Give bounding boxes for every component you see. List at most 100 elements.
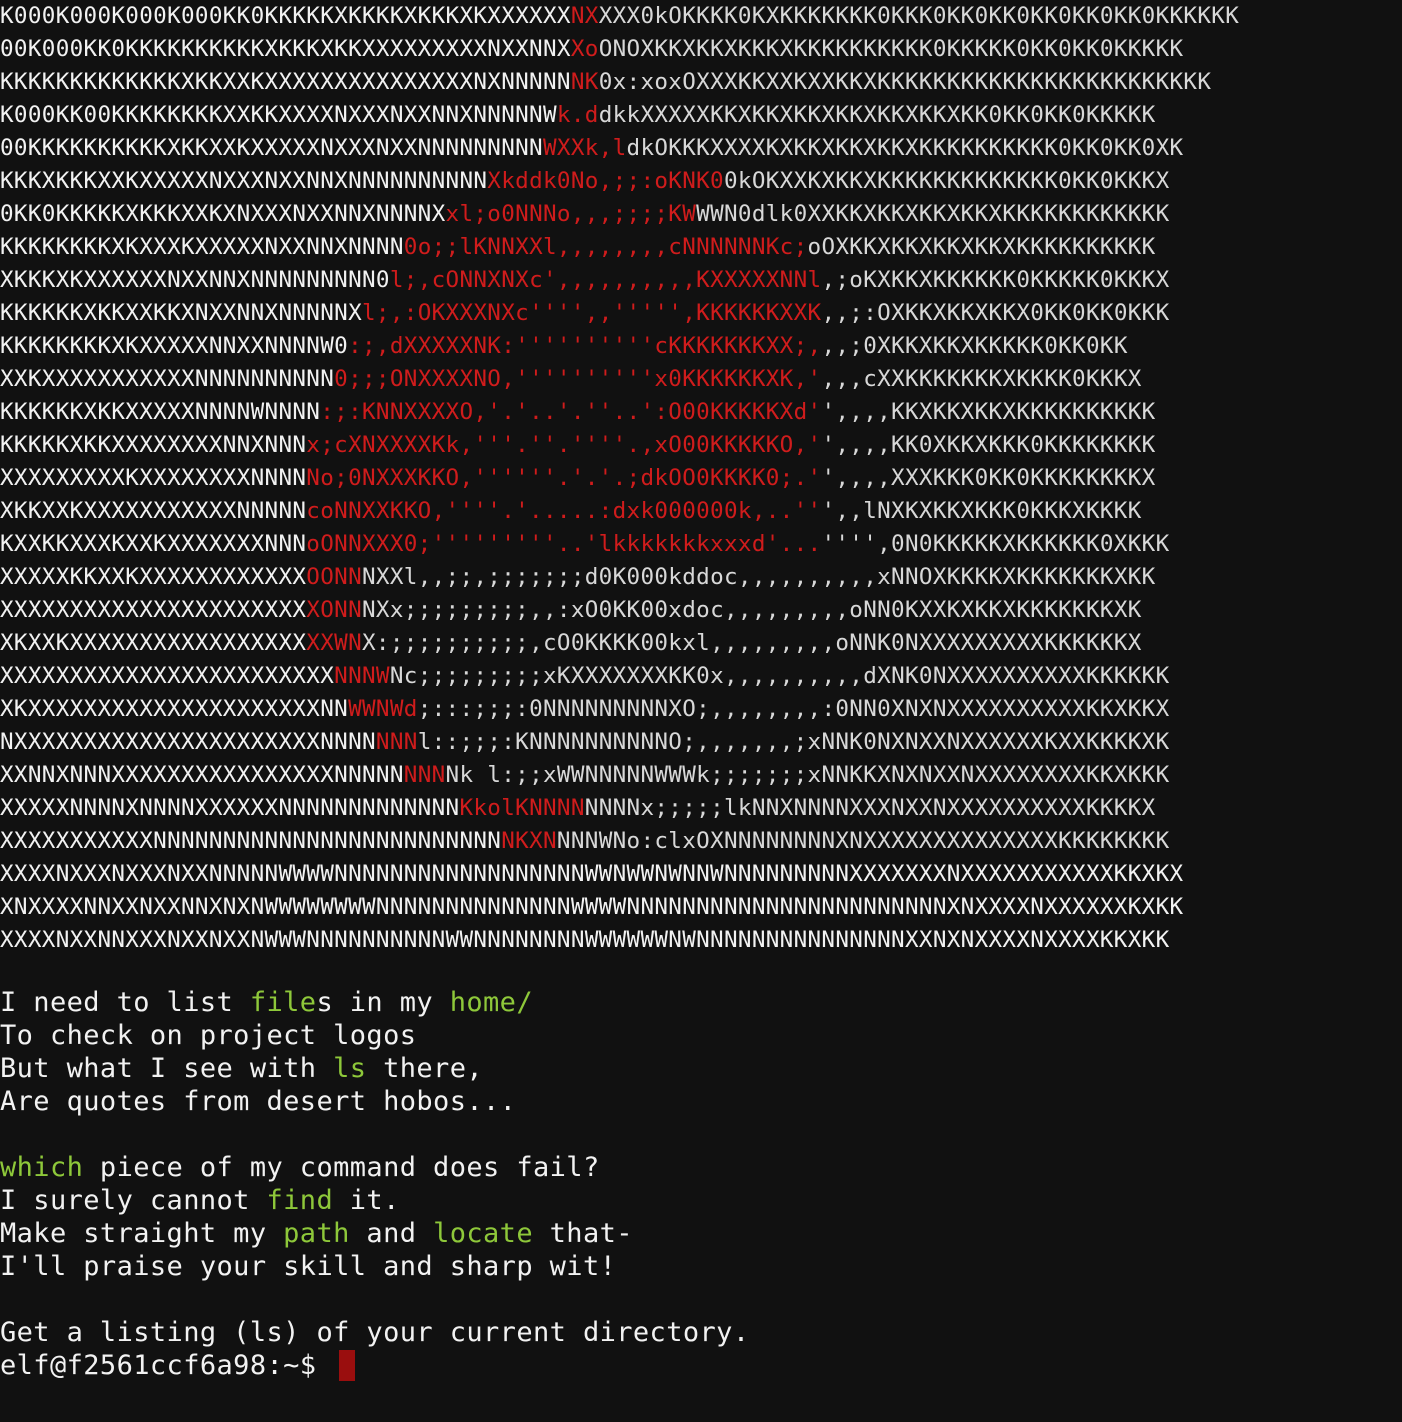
ascii-art-segment: WWN0dlk0XXKKXKKXKKXKKXKKKKKKKKKKKK xyxy=(696,201,1170,227)
ascii-art-segment: KKKKKKKKKKKKKXKKXXKXXXXXXXXXXXXXXXNXNNNN… xyxy=(0,69,571,95)
instruction-text: Get a listing (ls) of your current direc… xyxy=(0,1317,750,1348)
poem-line: which piece of my command does fail? xyxy=(0,1151,750,1184)
ascii-art-segment: 0KK0KKKKKXKKKXXKXNXXXNXXNNXNNNNX xyxy=(0,201,446,227)
ascii-art-segment: xl;o0NNNo,,,;;;;KW xyxy=(445,201,697,227)
ascii-art-line: XXXXXKKXXKXXXXXXXXXXXXOONNNXXl,,;;,;;;;;… xyxy=(0,561,1402,594)
poem-keyword-ls: ls xyxy=(333,1053,367,1084)
ascii-art-segment: oONNXXX0;'''''''''..'lkkkkkkkxxxd'... xyxy=(306,531,822,557)
poem-text: it. xyxy=(333,1185,400,1216)
poem-line: To check on project logos xyxy=(0,1020,417,1051)
terminal-window[interactable]: K000K000K000K000KK0KKKKKXKKKKXKKKXKXXXXX… xyxy=(0,0,1402,1422)
ascii-art-segment: XXXXXXXXXXXNNNNNNNNNNNNNNNNNNNNNNNNN xyxy=(0,828,502,854)
ascii-art-segment: XXXXXXXXXXXXXXXXXXXXXXXX xyxy=(0,663,335,689)
ascii-art-segment: KKKKKKKKXKXXXXXNNXXNNNNW0 xyxy=(0,333,349,359)
ascii-art-segment: KKKKKKXKKXXKKXNXXNNXNNNNNX xyxy=(0,300,362,326)
ascii-art-line: K000KK00KKKKKKKKXXKKXXXXNXXXNXXNNXNNNNNW… xyxy=(0,99,1402,132)
ascii-art-segment: XXX0kOKKKK0KXKKKKKKK0KKK0KK0KK0KK0KK0KK0… xyxy=(598,3,1240,29)
ascii-art-segment: KKKKKKXKKXXXXXNNNNWNNNN xyxy=(0,399,321,425)
ascii-art-segment: NXXXXXXXXXXXXXXXXXXXXXXNNNN xyxy=(0,729,376,755)
ascii-art-line: XXXXNXXXNXXXNXXNNNNNWWWWNNNNNNNNNNNNNNNN… xyxy=(0,858,1402,891)
ascii-art-logo: K000K000K000K000KK0KKKKKXKKKKXKKKXKXXXXX… xyxy=(0,0,1402,953)
ascii-art-segment: 0o;;lKNNXXl,,,,,,,,cNNNNNNKc; xyxy=(403,234,808,260)
ascii-art-segment: KKKKKKKKXKXXXKXXXXXNXXNNXNNNN xyxy=(0,234,404,260)
ascii-art-segment: NKXN xyxy=(501,828,557,854)
poem-text: and xyxy=(349,1218,434,1249)
ascii-art-segment: NNNNx;;;;;lkNNXNNNNXXXNXXNXXXXXXXXXXKKKK… xyxy=(584,795,1156,821)
ascii-art-segment: OONN xyxy=(306,564,362,590)
ascii-art-segment: XNXXXXNNXXNXXNNXNXNWWWWWWWWNNNNNNNNNNNNN… xyxy=(0,894,1184,920)
ascii-art-line: XXKXXXXXXXXXXXNNNNNNNNNN0;;;ONXXXXNO,'''… xyxy=(0,363,1402,396)
ascii-art-segment: K000K000K000K000KK0KKKKKXKKKKXKKKXKXXXXX… xyxy=(0,3,571,29)
ascii-art-segment: Nc;;;;;;;;;xKXXXXXXXKK0x,,,,,,,,,,dXNK0N… xyxy=(389,663,1170,689)
ascii-art-segment: KkolKNNNN xyxy=(459,795,585,821)
poem-text: I surely cannot xyxy=(0,1185,267,1216)
terminal-cursor[interactable] xyxy=(339,1350,356,1381)
ascii-art-segment: XXKXXXXXXXXXXXNNNNNNNNNN xyxy=(0,366,335,392)
ascii-art-segment: K000KK00KKKKKKKKXXKKXXXXNXXXNXXNNXNNNNNW xyxy=(0,102,557,128)
ascii-art-segment: ,;oKXKKXKKKKKK0KKKKK0KKKX xyxy=(821,267,1170,293)
poem-text: there, xyxy=(366,1053,484,1084)
ascii-art-segment: XXXXNXXXNXXXNXXNNNNNWWWWNNNNNNNNNNNNNNNN… xyxy=(0,861,1184,887)
poem-line: But what I see with ls there, xyxy=(0,1052,750,1085)
ascii-art-segment: XXXXXXXXXKXXXXXXXXNNNN xyxy=(0,465,307,491)
poem-keyword-home: home/ xyxy=(449,987,533,1018)
ascii-art-line: XXXXXNNNNXNNNNXXXXXXNNNNNNNNNNNNNKkolKNN… xyxy=(0,792,1402,825)
ascii-art-segment: XXWN xyxy=(306,630,362,656)
ascii-art-segment: XXXXNXXNNXXXNXXNXXNWWWNNNNNNNNNNWWNNNNNN… xyxy=(0,927,1170,953)
ascii-art-line: KKKKKKXKKXXKKXNXXNNXNNNNNXl;,:OKXXXNXc''… xyxy=(0,297,1402,330)
ascii-art-segment: XONN xyxy=(306,597,362,623)
ascii-art-segment: x;cXNXXXXKk,'''.''.''''.,xO00KKKKKO,' xyxy=(306,432,822,458)
ascii-art-segment: XKKXXKXXXXXXXXXXXNNNNN xyxy=(0,498,307,524)
poem-line: Are quotes from desert hobos... xyxy=(0,1086,517,1117)
ascii-art-segment: XKXXXXXXXXXXXXXXXXXXXXXNN xyxy=(0,696,349,722)
ascii-art-line: KKKKKKXKKXXXXXNNNNWNNNN:;:KNNXXXXO,'.'..… xyxy=(0,396,1402,429)
terminal-output: I need to list files in my home/ To chec… xyxy=(0,986,750,1382)
ascii-art-segment: NK xyxy=(570,69,599,95)
poem-line: I'll praise your skill and sharp wit! xyxy=(0,1251,617,1282)
ascii-art-segment: X:;;;;;;;;;;,cO0KKKK00kxl,,,,,,,,,oNNK0N… xyxy=(362,630,1142,656)
ascii-art-line: XKKXXKXXXXXXXXXXXNNNNNcoNNXXKKO,''''.'..… xyxy=(0,495,1402,528)
poem-keyword-locate: locate xyxy=(433,1218,533,1249)
poem-keyword-path: path xyxy=(283,1218,350,1249)
ascii-art-segment: XXXXXXXXXXXXXXXXXXXXXX xyxy=(0,597,307,623)
command-prompt[interactable]: elf@f2561ccf6a98:~$ xyxy=(0,1349,750,1382)
ascii-art-segment: ',,lNXKXKKXKKK0KKKXKKKK xyxy=(821,498,1142,524)
ascii-art-segment: 00K000KK0KKKKKKKKKKXKKKXKKXXXXXXXXXNXXNN… xyxy=(0,36,571,62)
ascii-art-segment: KKKKKXKKXXXXXXXXNNXNNN xyxy=(0,432,307,458)
ascii-art-segment: '''',0N0KKKKKXKKKKKK0XKKK xyxy=(821,531,1170,557)
ascii-art-segment: ',,,,XXXKKK0KK0KKKKKKKKX xyxy=(821,465,1156,491)
ascii-art-segment: XKKKXKXXXXXXNXXNNXNNNNNNNNN0 xyxy=(0,267,390,293)
poem-text: that- xyxy=(533,1218,633,1249)
ascii-art-segment: NXx;;;;;;;;;,,:xO0KK00xdoc,,,,,,,,,oNN0K… xyxy=(362,597,1142,623)
ascii-art-segment: NNN xyxy=(403,762,446,788)
poem-text: I need to list xyxy=(0,987,250,1018)
ascii-art-line: KXXKKXXXKXXKXXXXXXXNNNoONNXXX0;'''''''''… xyxy=(0,528,1402,561)
poem-keyword-which: which xyxy=(0,1152,84,1183)
poem-text: s in my xyxy=(316,987,450,1018)
ascii-art-segment: 00KKKKKKKKKKXKKXXKXXXXXNXXXNXXNNNNNNNNN xyxy=(0,135,543,161)
ascii-art-segment: WWNWd xyxy=(348,696,418,722)
ascii-art-segment: XKXXKXXXXXXXXXXXXXXXXX xyxy=(0,630,307,656)
ascii-art-line: KKKKKKKKXKXXXKXXXXXNXXNNXNNNN0o;;lKNNXXl… xyxy=(0,231,1402,264)
ascii-art-segment: XXNNXNNNXXXXXXXXXXXXXXXXNNNNN xyxy=(0,762,404,788)
ascii-art-segment: l;,:OKXXXNXc'''',,''''',KKKKKKXXK xyxy=(362,300,822,326)
poem-text: piece of my command does fail? xyxy=(83,1152,600,1183)
ascii-art-line: XXXXNXXNNXXXNXXNXXNWWWNNNNNNNNNNWWNNNNNN… xyxy=(0,924,1402,957)
ascii-art-segment: ',,,,KK0XKKXKKK0KKKKKKKK xyxy=(821,432,1156,458)
ascii-art-line: 0KK0KKKKKXKKKXXKXNXXXNXXNNXNNNNXxl;o0NNN… xyxy=(0,198,1402,231)
poem-line: I need to list files in my home/ xyxy=(0,986,750,1019)
ascii-art-segment: NNNWNo:clxOXNNNNNNNNXNXXXXXXXXXXXXXXKKKK… xyxy=(556,828,1170,854)
ascii-art-segment: NXXl,,;;,;;;;;;;d0K000kddoc,,,,,,,,,,xNN… xyxy=(362,564,1156,590)
poem-text: But what I see with xyxy=(0,1053,334,1084)
poem-keyword-files: file xyxy=(249,987,317,1018)
ascii-art-segment: KXXKKXXXKXXKXXXXXXXNNN xyxy=(0,531,307,557)
ascii-art-segment: WXXk,l xyxy=(542,135,627,161)
ascii-art-line: XXXXXXXXXXXXXXXXXXXXXXXXNNNWNc;;;;;;;;;x… xyxy=(0,660,1402,693)
ascii-art-segment: ',,,,KKXKKXKKXKKKKKKKKKK xyxy=(821,399,1156,425)
ascii-art-segment: KKKXKKKXXKXXXXXNXXXNXXNNXNNNNNNNNNN xyxy=(0,168,488,194)
ascii-art-segment: NX xyxy=(570,3,599,29)
ascii-art-segment: NNNW xyxy=(334,663,390,689)
ascii-art-segment: 0;;;ONXXXXNO,''''''''''x0KKKKKKXK,' xyxy=(334,366,822,392)
